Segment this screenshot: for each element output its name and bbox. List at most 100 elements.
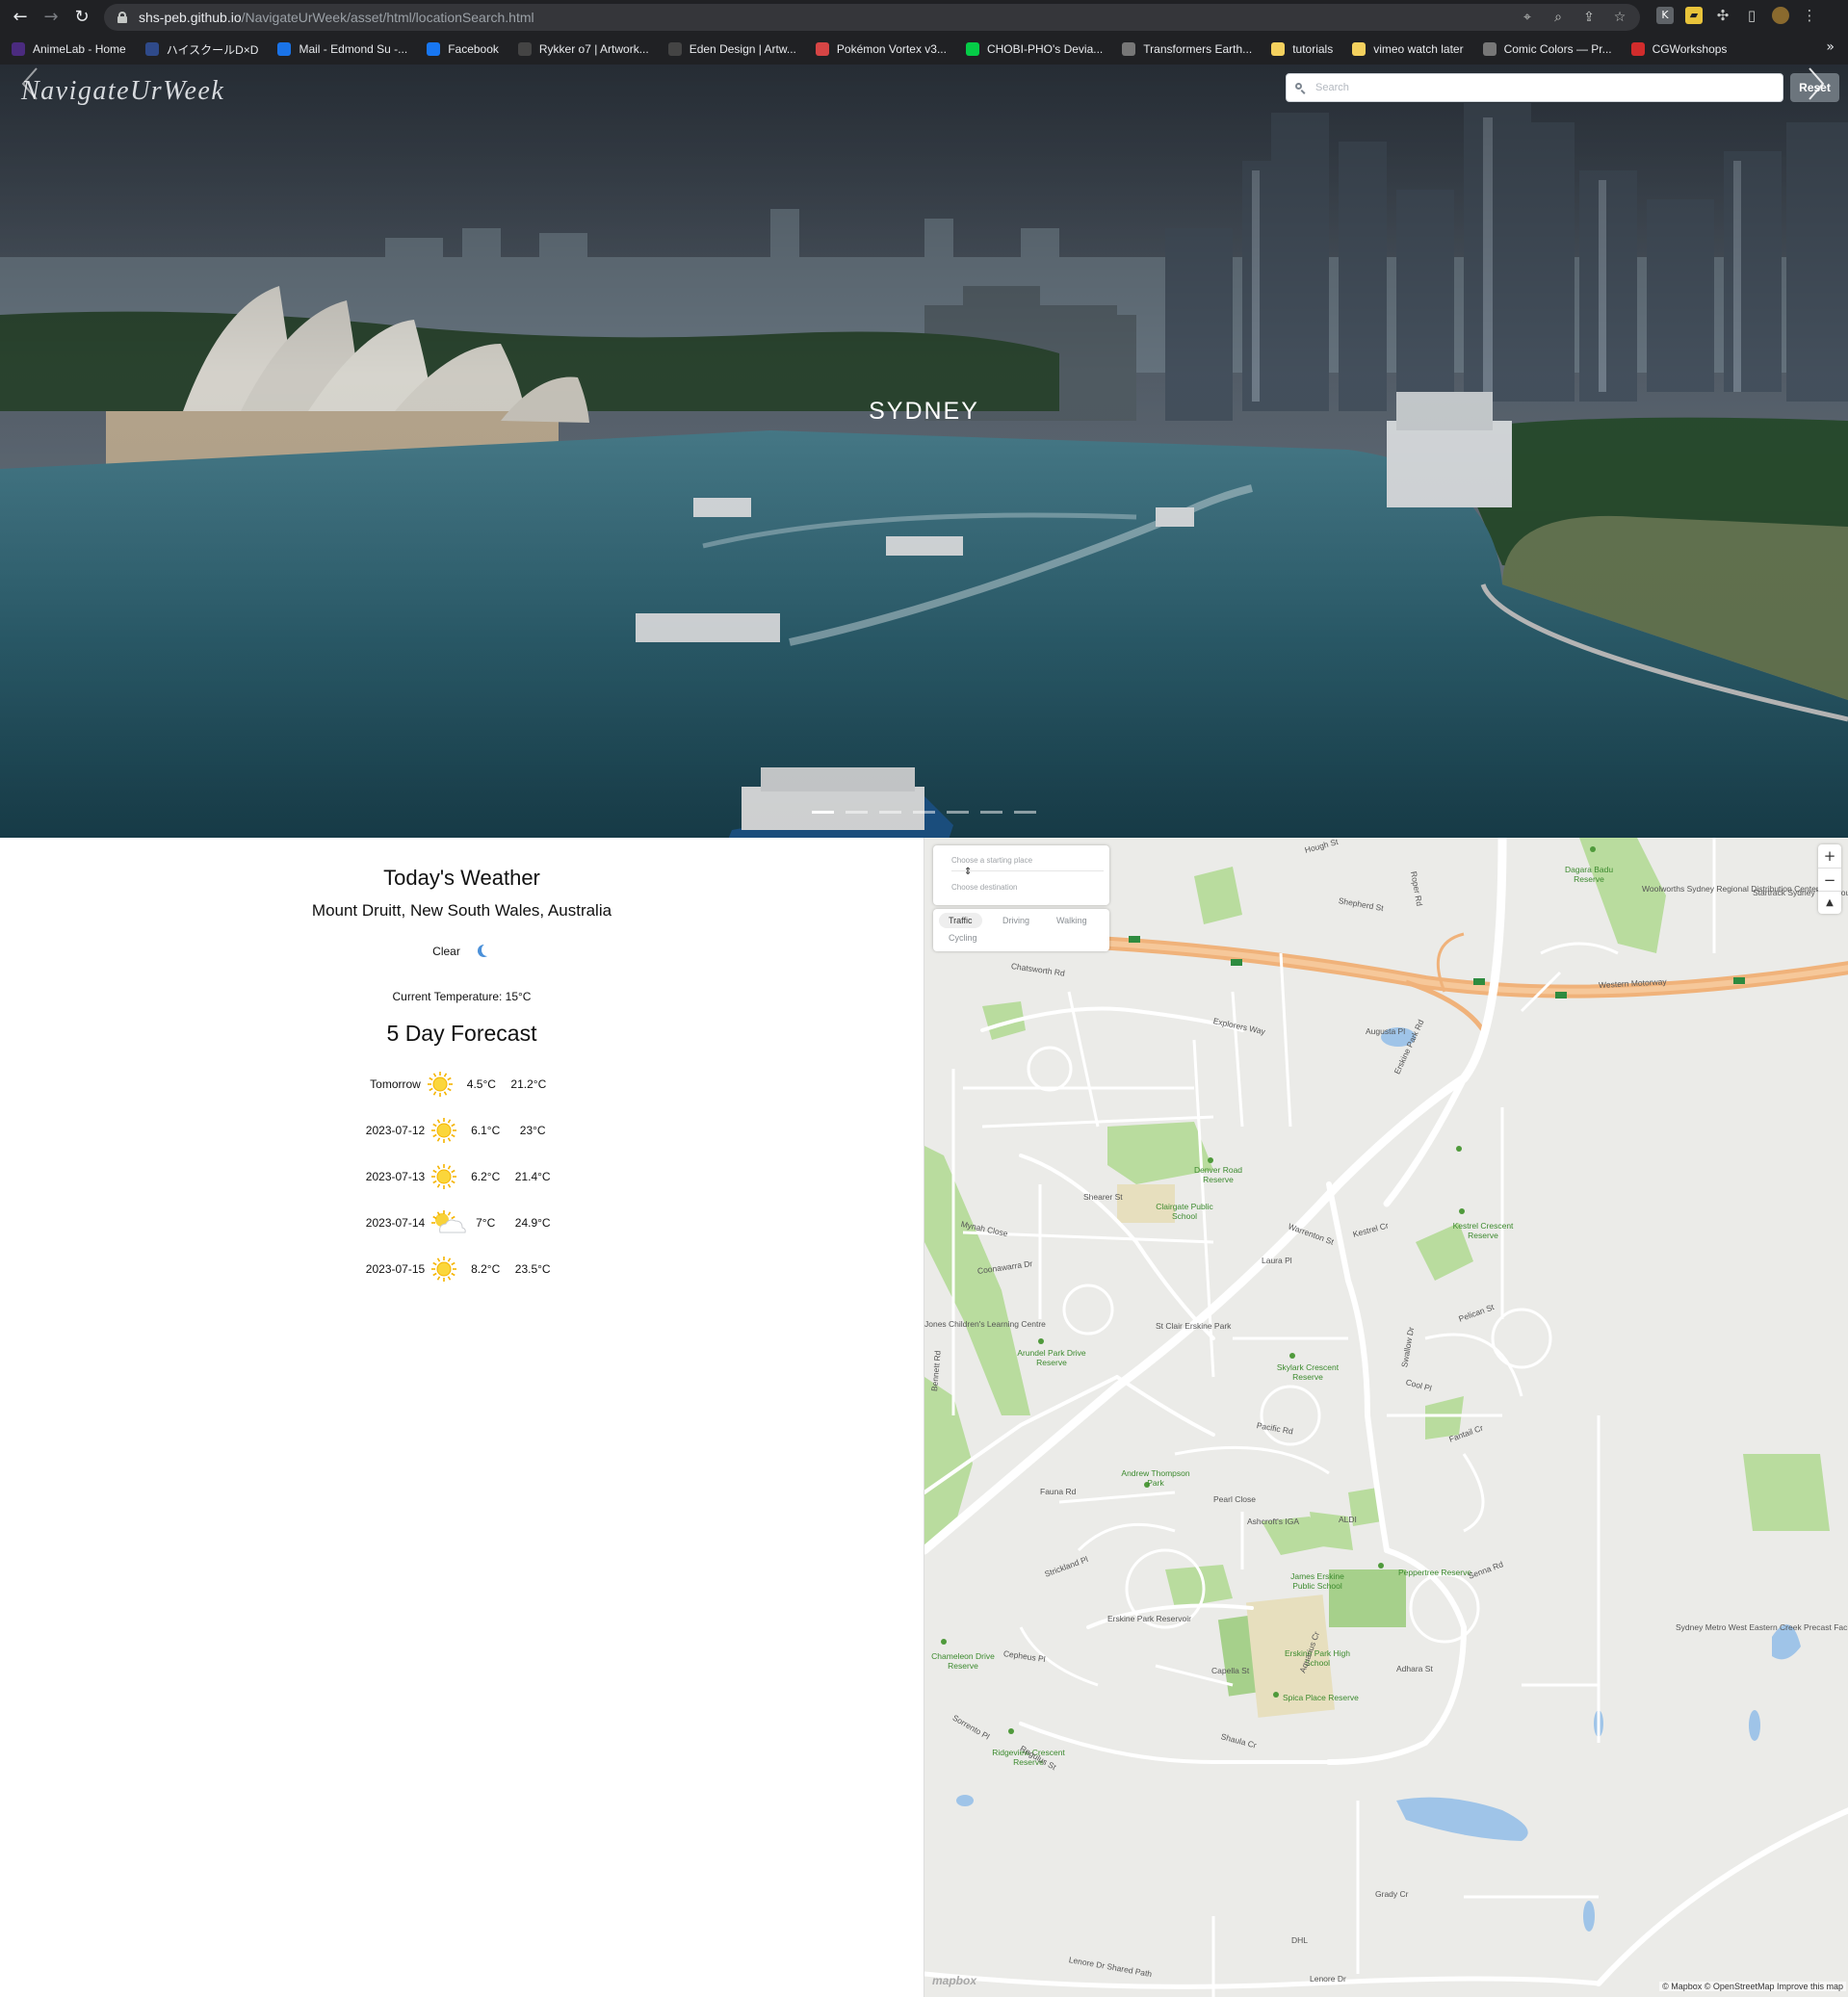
carousel-prev-icon[interactable] <box>19 65 40 103</box>
bookmark-label: vimeo watch later <box>1373 42 1464 56</box>
bookmark-item[interactable]: Eden Design | Artw... <box>667 42 796 56</box>
forward-icon[interactable]: → <box>40 7 62 28</box>
map-label: Peppertree Reserve <box>1398 1568 1472 1577</box>
zoom-icon[interactable]: ⌕ <box>1549 9 1567 26</box>
bookmark-item[interactable]: AnimeLab - Home <box>12 42 126 56</box>
bookmark-item[interactable]: vimeo watch later <box>1352 42 1464 56</box>
bookmark-label: CGWorkshops <box>1652 42 1728 56</box>
carousel-next-icon[interactable] <box>1806 65 1827 103</box>
bookmark-label: Comic Colors — Pr... <box>1503 42 1612 56</box>
url-text[interactable]: shs-peb.github.io/NavigateUrWeek/asset/h… <box>139 10 534 25</box>
origin-input[interactable] <box>951 850 1104 871</box>
url-path: /NavigateUrWeek/asset/html/locationSearc… <box>241 10 534 25</box>
forecast-row: 2023-07-14 7°C 24.9°C <box>0 1200 924 1246</box>
forecast-day: 2023-07-13 <box>365 1170 426 1183</box>
address-bar[interactable]: shs-peb.github.io/NavigateUrWeek/asset/h… <box>104 4 1640 31</box>
bookmark-favicon-icon <box>1352 42 1366 56</box>
profile-walking[interactable]: Walking <box>1047 913 1097 928</box>
map-label: Fauna Rd <box>1040 1487 1077 1496</box>
moon-icon <box>477 944 493 958</box>
puzzle-icon[interactable]: ✣ <box>1714 7 1731 24</box>
forecast-min-temp: 4.5°C <box>466 1077 496 1091</box>
bookmarks-overflow-icon[interactable]: » <box>1826 39 1835 55</box>
extension-k-icon[interactable]: K <box>1656 7 1674 24</box>
partly-cloudy-icon <box>429 1207 466 1238</box>
profile-traffic[interactable]: Traffic <box>939 913 982 928</box>
carousel-indicator[interactable] <box>1014 811 1036 814</box>
sun-icon <box>425 1069 455 1100</box>
forecast-day: 2023-07-12 <box>365 1124 426 1137</box>
profile-avatar[interactable] <box>1772 7 1789 24</box>
search-input[interactable] <box>1315 82 1768 93</box>
map-label: Augusta Pl <box>1366 1026 1406 1036</box>
zoom-out-icon[interactable]: − <box>1818 868 1841 891</box>
mapbox-logo[interactable]: mapbox <box>932 1974 976 1987</box>
bookmark-item[interactable]: ハイスクールD×D <box>144 41 259 58</box>
map-label: Chameleon Drive Reserve <box>931 1651 995 1671</box>
bookmark-label: Pokémon Vortex v3... <box>836 42 947 56</box>
bookmark-item[interactable]: Pokémon Vortex v3... <box>815 42 947 56</box>
bookmark-favicon-icon <box>144 42 159 56</box>
bookmark-item[interactable]: CGWorkshops <box>1630 42 1728 56</box>
forecast-max-temp: 24.9°C <box>514 1216 551 1230</box>
carousel-indicator[interactable] <box>846 811 868 814</box>
side-panel-icon[interactable]: ▯ <box>1743 7 1760 24</box>
bookmark-favicon-icon <box>1271 42 1286 56</box>
map-attribution[interactable]: © Mapbox © OpenStreetMap Improve this ma… <box>1659 1982 1846 1991</box>
sun-icon <box>429 1161 459 1192</box>
map-label: DHL <box>1291 1935 1309 1945</box>
bookmark-label: Transformers Earth... <box>1143 42 1253 56</box>
search-icon <box>1295 82 1306 93</box>
bookmark-item[interactable]: Transformers Earth... <box>1122 42 1252 56</box>
map-label: James Erskine Public School <box>1290 1571 1344 1591</box>
location-icon[interactable]: ⌖ <box>1519 9 1536 26</box>
bookmark-star-icon[interactable]: ☆ <box>1611 9 1628 26</box>
zoom-in-icon[interactable]: + <box>1818 844 1841 868</box>
bookmark-label: ハイスクールD×D <box>166 42 259 57</box>
carousel-indicator[interactable] <box>913 811 935 814</box>
forecast-min-temp: 6.2°C <box>471 1170 501 1183</box>
forecast-day: 2023-07-15 <box>365 1262 426 1276</box>
carousel-indicator[interactable] <box>879 811 901 814</box>
forecast-row: Tomorrow 4.5°C 21.2°C <box>0 1061 924 1107</box>
map-panel[interactable]: Western Motorway Dagara Badu Reserve Woolw… <box>924 838 1848 1997</box>
carousel-indicator[interactable] <box>980 811 1002 814</box>
bookmark-item[interactable]: CHOBI-PHO's Devia... <box>965 42 1103 56</box>
destination-input[interactable] <box>951 876 1104 897</box>
bookmark-favicon-icon <box>427 42 441 56</box>
share-icon[interactable]: ⇪ <box>1580 9 1598 26</box>
compass-icon[interactable]: ▲ <box>1818 891 1841 914</box>
menu-dots-icon[interactable]: ⋮ <box>1801 7 1818 24</box>
extension-yellow-icon[interactable]: ▰ <box>1685 7 1703 24</box>
profile-driving[interactable]: Driving <box>993 913 1039 928</box>
bookmark-favicon-icon <box>1482 42 1497 56</box>
map-label: St Clair Erskine Park <box>1156 1321 1232 1331</box>
bookmark-item[interactable]: Rykker o7 | Artwork... <box>517 42 649 56</box>
map-label: Kestrel Crescent Reserve <box>1452 1221 1514 1240</box>
bookmark-item[interactable]: Mail - Edmond Su -... <box>277 42 407 56</box>
bookmark-item[interactable]: Comic Colors — Pr... <box>1482 42 1612 56</box>
reload-icon[interactable]: ↻ <box>71 7 92 28</box>
forecast-max-temp: 21.4°C <box>514 1170 551 1183</box>
bookmark-item[interactable]: Facebook <box>427 42 499 56</box>
carousel-indicator[interactable] <box>812 811 834 814</box>
sun-icon <box>429 1115 459 1146</box>
sun-icon <box>429 1254 459 1284</box>
bookmark-item[interactable]: tutorials <box>1271 42 1333 56</box>
forecast-row: 2023-07-12 6.1°C 23°C <box>0 1107 924 1154</box>
current-condition: Clear <box>0 944 924 958</box>
brand-logo[interactable]: NavigateUrWeek <box>21 76 224 107</box>
map-label: Capella St <box>1211 1666 1250 1675</box>
lock-icon[interactable] <box>117 12 127 23</box>
bookmark-label: Facebook <box>448 42 499 56</box>
carousel-indicator[interactable] <box>947 811 969 814</box>
map-label: Ashcroft's IGA <box>1247 1517 1300 1526</box>
profile-cycling[interactable]: Cycling <box>939 930 987 946</box>
bookmark-favicon-icon <box>277 42 292 56</box>
map-label: Laura Pl <box>1262 1256 1292 1265</box>
forecast-max-temp: 23.5°C <box>514 1262 551 1276</box>
search-box[interactable] <box>1286 73 1783 102</box>
map-canvas[interactable] <box>924 838 1848 1997</box>
back-icon[interactable]: ← <box>10 7 31 28</box>
bookmark-favicon-icon <box>667 42 682 56</box>
